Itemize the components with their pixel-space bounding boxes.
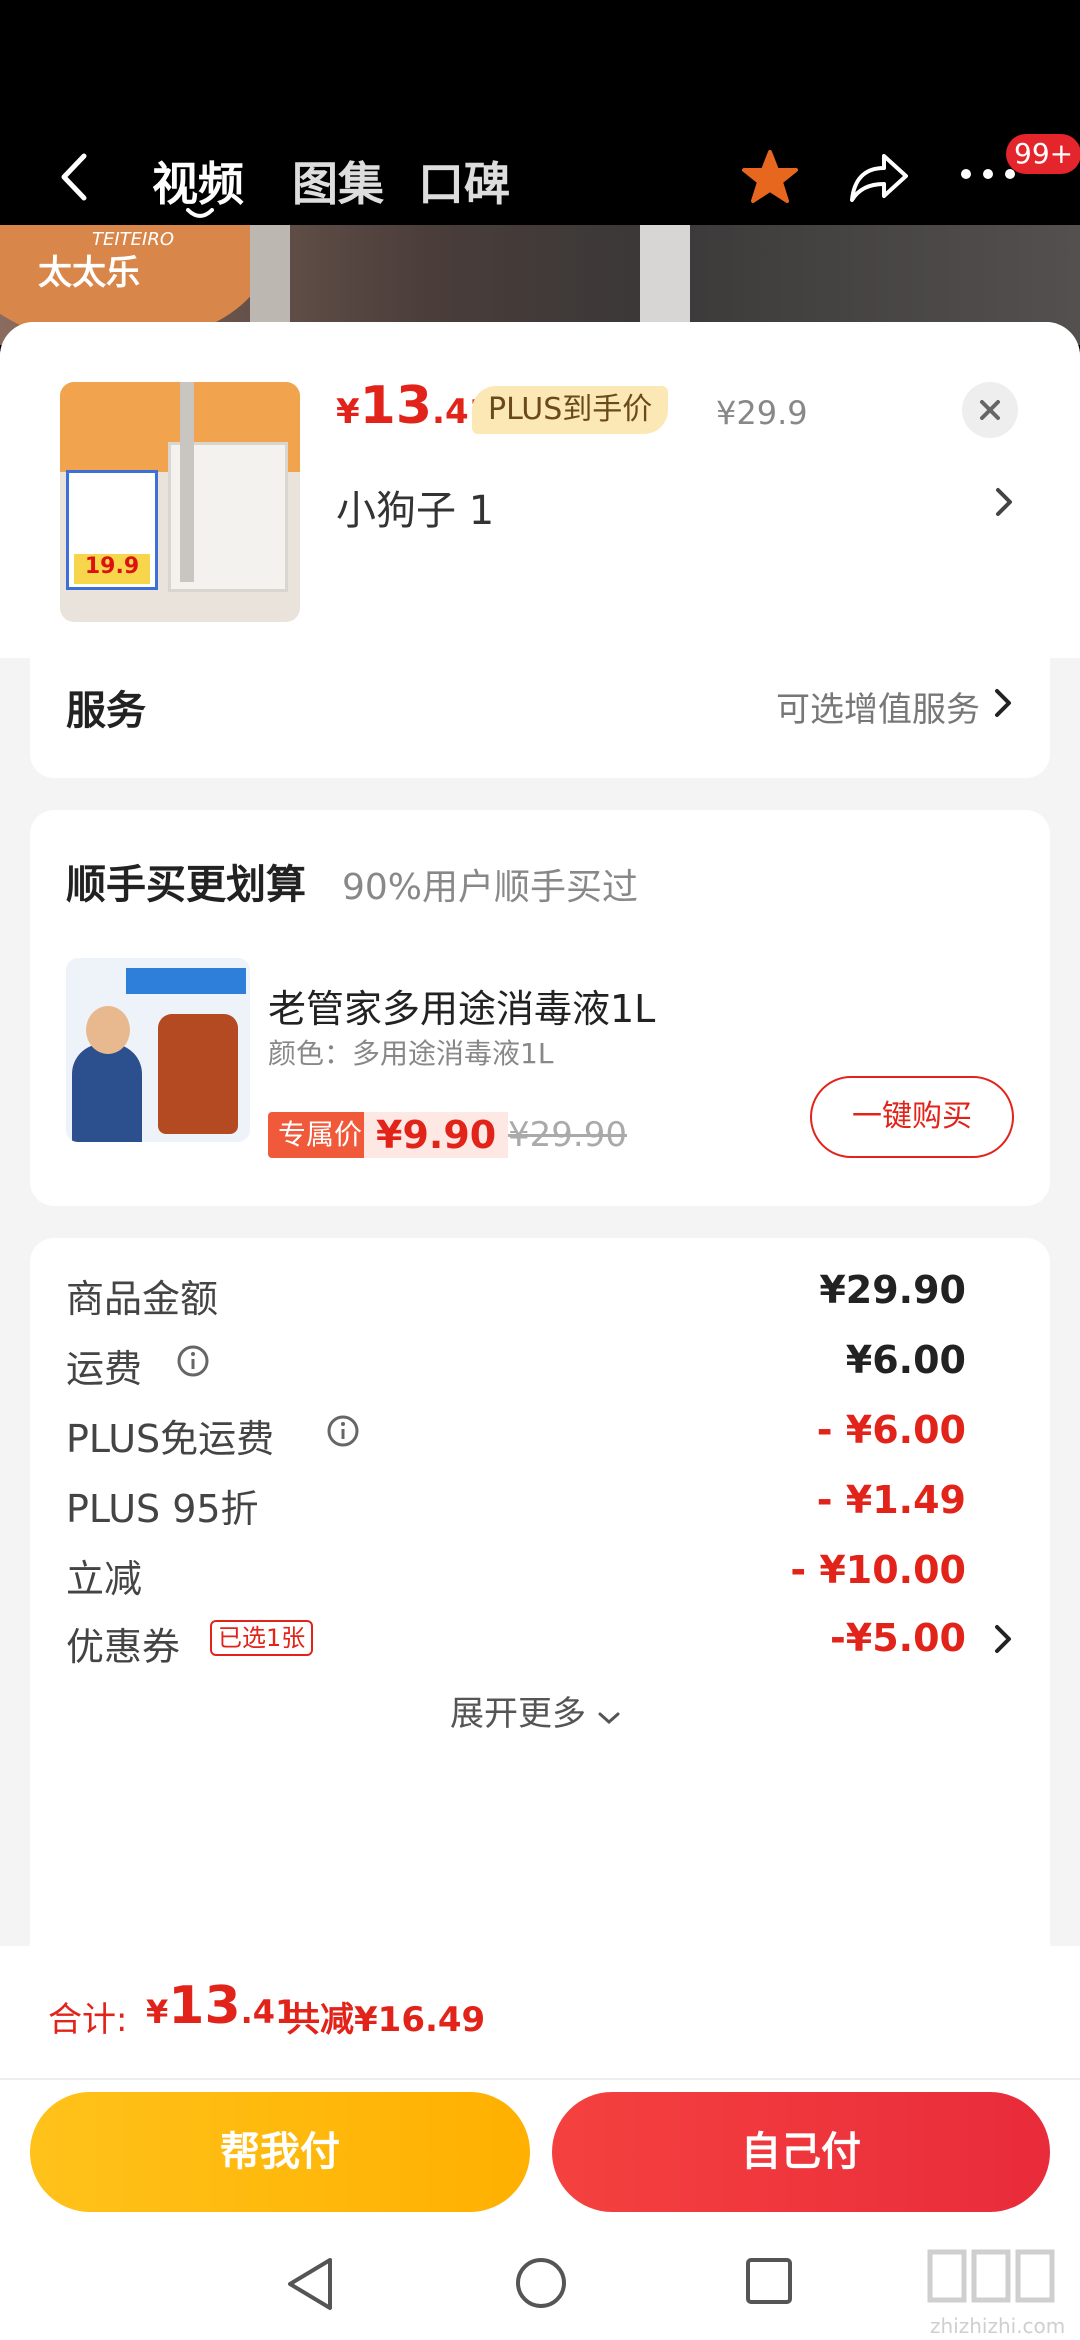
summary-value-plus-discount: - ¥1.49	[816, 1478, 966, 1522]
plus-price-tag: PLUS到手价	[472, 386, 669, 434]
brand-logo-text: 太太乐	[38, 253, 140, 293]
addon-title: 顺手买更划算	[66, 862, 306, 908]
nav-back-icon[interactable]	[282, 2254, 338, 2314]
coupon-selected-tag[interactable]: 已选1张	[210, 1620, 314, 1656]
addon-original-price: ¥29.90	[508, 1115, 627, 1155]
tab-video[interactable]: 视频	[152, 148, 244, 214]
close-button[interactable]	[962, 382, 1018, 438]
summary-value-plus-free-shipping: - ¥6.00	[816, 1408, 966, 1452]
one-click-buy-button[interactable]: 一键购买	[810, 1076, 1014, 1158]
summary-label-coupon: 优惠券	[66, 1625, 181, 1669]
summary-value-shipping: ¥6.00	[845, 1338, 966, 1382]
selected-spec[interactable]: 小狗子 1	[336, 478, 494, 536]
checkout-footer: 合计: ¥13.41 共减¥16.49 帮我付 自己付 zhizhizhi.co…	[0, 1946, 1080, 2340]
summary-label-shipping: 运费	[66, 1347, 143, 1391]
summary-label-instant-discount: 立减	[66, 1557, 143, 1601]
total-label: 合计:	[48, 2000, 128, 2040]
addon-card: 顺手买更划算 90%用户顺手买过 老管家多用途消毒液1L 颜色：多用途消毒液1L…	[30, 810, 1050, 1206]
addon-product-image[interactable]	[66, 958, 250, 1142]
plus-price: ¥13.41	[336, 376, 493, 436]
summary-label-plus-free-shipping: PLUS免运费	[66, 1417, 275, 1461]
pay-myself-button[interactable]: 自己付	[552, 2092, 1050, 2212]
divider	[0, 2078, 1080, 2080]
help-me-pay-button[interactable]: 帮我付	[30, 2092, 530, 2212]
more-icon[interactable]	[958, 164, 1018, 184]
exclusive-price: ¥9.90	[364, 1112, 509, 1158]
chevron-right-icon[interactable]	[994, 486, 1014, 518]
expand-more-link[interactable]: 展开更多	[450, 1686, 621, 1735]
summary-value-subtotal: ¥29.90	[819, 1268, 966, 1312]
price-summary-card: 商品金额 ¥29.90 运费 ¥6.00 PLUS免运费 - ¥6.00 PLU…	[30, 1238, 1050, 1958]
summary-value-coupon[interactable]: -¥5.00	[830, 1616, 966, 1660]
service-card[interactable]: 服务 可选增值服务	[30, 658, 1050, 778]
addon-product-name[interactable]: 老管家多用途消毒液1L	[268, 978, 655, 1033]
back-arrow-icon[interactable]	[56, 152, 92, 202]
original-price: ¥29.9	[716, 394, 808, 432]
top-bar: 视频 图集 口碑 99+	[0, 0, 1080, 225]
chevron-down-icon	[598, 1712, 620, 1725]
info-icon[interactable]	[176, 1344, 210, 1378]
total-price: ¥13.41	[146, 1976, 298, 2036]
favorite-star-icon[interactable]	[740, 148, 800, 208]
nav-recent-icon[interactable]	[744, 2256, 794, 2306]
watermark-text: zhizhizhi.com	[930, 2314, 1066, 2338]
total-saved: 共减¥16.49	[286, 2000, 486, 2040]
summary-value-instant-discount: - ¥10.00	[790, 1548, 966, 1592]
addon-subtitle: 90%用户顺手买过	[342, 867, 639, 908]
share-icon[interactable]	[848, 150, 910, 204]
notification-badge: 99+	[1006, 134, 1080, 174]
service-title: 服务	[66, 688, 146, 734]
info-icon[interactable]	[326, 1414, 360, 1448]
exclusive-price-tag: 专属价	[268, 1112, 373, 1158]
close-icon	[980, 400, 1000, 420]
thumbnail-price: 19.9	[74, 554, 150, 584]
summary-label-subtotal: 商品金额	[66, 1277, 219, 1321]
watermark-logo	[926, 2248, 1056, 2317]
tab-gallery[interactable]: 图集	[292, 148, 384, 214]
summary-label-plus-discount: PLUS 95折	[66, 1487, 259, 1531]
product-thumbnail: 19.9	[60, 382, 300, 622]
chevron-right-icon[interactable]	[994, 1624, 1012, 1654]
brand-logo-latin: TEITEIRO	[92, 229, 175, 250]
tab-reviews[interactable]: 口碑	[418, 148, 510, 214]
addon-product-color: 颜色：多用途消毒液1L	[268, 1037, 554, 1070]
chevron-right-icon	[995, 689, 1011, 717]
tab-active-indicator	[186, 208, 214, 218]
nav-home-icon[interactable]	[514, 2256, 568, 2310]
service-option-link[interactable]: 可选增值服务	[776, 682, 980, 731]
